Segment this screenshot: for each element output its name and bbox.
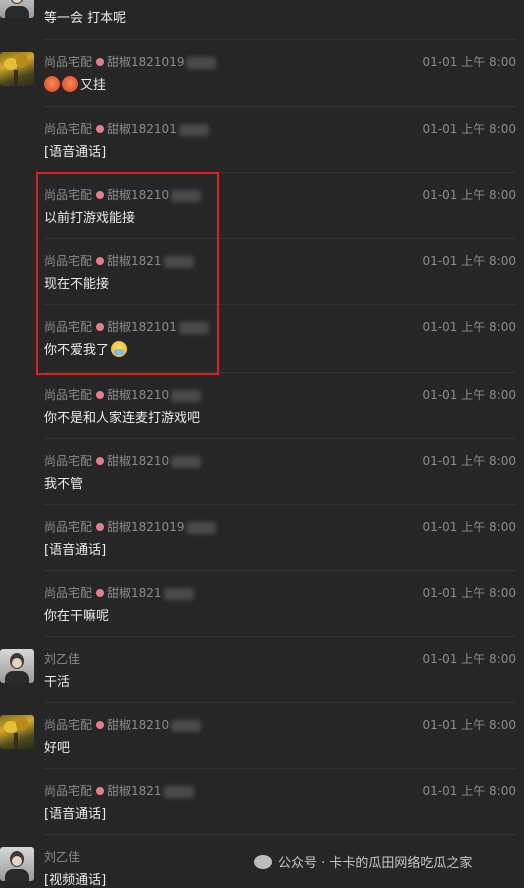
message-text[interactable]: [视频通话]	[44, 869, 106, 888]
timestamp: 01-01 上午 8:00	[422, 254, 516, 268]
angry-face-icon	[62, 76, 78, 92]
avatar[interactable]	[0, 0, 34, 18]
redaction-blur	[163, 587, 194, 600]
avatar[interactable]	[0, 52, 34, 86]
watermark: 公众号 · 卡卡的瓜田网络吃瓜之家	[254, 852, 472, 871]
timestamp: 01-01 上午 8:00	[422, 586, 516, 600]
redaction-blur	[186, 56, 217, 69]
sender-name: 尚品宅配 甜椒18210	[44, 386, 202, 403]
sender-name: 尚品宅配 甜椒18210	[44, 452, 202, 469]
message-row[interactable]: 尚品宅配 甜椒182101 01-01 上午 8:00 [语音通话]	[0, 107, 524, 173]
timestamp: 01-01 上午 8:00	[422, 188, 516, 202]
timestamp: 01-01 上午 8:00	[422, 454, 516, 468]
redaction-blur	[171, 455, 202, 468]
message-row[interactable]: 尚品宅配 甜椒1821 01-01 上午 8:00 你在干嘛呢	[0, 571, 524, 637]
message-text[interactable]: [语音通话]	[44, 803, 106, 822]
sender-name: 尚品宅配 甜椒1821019	[44, 518, 217, 535]
avatar[interactable]	[0, 715, 34, 749]
redaction-blur	[171, 719, 202, 732]
message-row[interactable]: 尚品宅配 甜椒18210 01-01 上午 8:00 我不管	[0, 439, 524, 505]
message-text: 你在干嘛呢	[44, 609, 110, 624]
message-row[interactable]: 尚品宅配 甜椒1821019 01-01 上午 8:00 [语音通话]	[0, 505, 524, 571]
redaction-blur	[186, 521, 217, 534]
pin-icon	[96, 125, 105, 133]
timestamp: 01-01 上午 8:00	[422, 652, 516, 666]
avatar[interactable]	[0, 649, 34, 683]
message-row[interactable]: 尚品宅配 甜椒18210 01-01 上午 8:00 好吧	[0, 703, 524, 769]
message-row[interactable]: 尚品宅配 甜椒1821019 01-01 上午 8:00 又挂	[0, 40, 524, 106]
message-text: 我不管	[44, 477, 84, 492]
timestamp: 01-01 上午 8:00	[422, 320, 516, 334]
timestamp: 01-01 上午 8:00	[422, 55, 516, 69]
pin-icon	[96, 721, 105, 729]
timestamp: 01-01 上午 8:00	[422, 520, 516, 534]
message-text: 等一会 打本呢	[44, 11, 127, 26]
message-row[interactable]: 等一会 打本呢	[0, 0, 524, 40]
sender-name: 刘乙佳	[44, 850, 81, 864]
sender-name: 尚品宅配 甜椒182101	[44, 120, 209, 137]
message-text: 干活	[44, 675, 71, 690]
pin-icon	[96, 787, 105, 795]
timestamp: 01-01 上午 8:00	[422, 718, 516, 732]
redaction-blur	[171, 389, 202, 402]
avatar[interactable]	[0, 847, 34, 881]
pin-icon	[96, 457, 105, 465]
pin-icon	[96, 589, 105, 597]
timestamp: 01-01 上午 8:00	[422, 122, 516, 136]
timestamp: 01-01 上午 8:00	[422, 388, 516, 402]
message-row[interactable]: 尚品宅配 甜椒1821 01-01 上午 8:00 [语音通话]	[0, 769, 524, 835]
sender-name: 尚品宅配 甜椒1821	[44, 584, 194, 601]
redaction-blur	[178, 123, 209, 136]
message-text: 你不是和人家连麦打游戏吧	[44, 411, 201, 426]
sender-name: 尚品宅配 甜椒18210	[44, 716, 202, 733]
message-row[interactable]: 尚品宅配 甜椒18210 01-01 上午 8:00 你不是和人家连麦打游戏吧	[0, 373, 524, 439]
message-row[interactable]: 刘乙佳 01-01 上午 8:00 干活	[0, 637, 524, 703]
message-text: 好吧	[44, 741, 71, 756]
timestamp: 01-01 上午 8:00	[422, 784, 516, 798]
sender-name: 刘乙佳	[44, 652, 81, 666]
sender-name: 尚品宅配 甜椒1821019	[44, 53, 217, 70]
pin-icon	[96, 58, 105, 66]
message-text: 又挂	[44, 74, 106, 93]
pin-icon	[96, 523, 105, 531]
highlight-box	[36, 172, 219, 375]
message-text[interactable]: [语音通话]	[44, 141, 106, 160]
wechat-icon	[254, 855, 272, 869]
sender-name: 尚品宅配 甜椒1821	[44, 782, 194, 799]
pin-icon	[96, 391, 105, 399]
redaction-blur	[163, 785, 194, 798]
message-text[interactable]: [语音通话]	[44, 539, 106, 558]
angry-face-icon	[44, 76, 60, 92]
